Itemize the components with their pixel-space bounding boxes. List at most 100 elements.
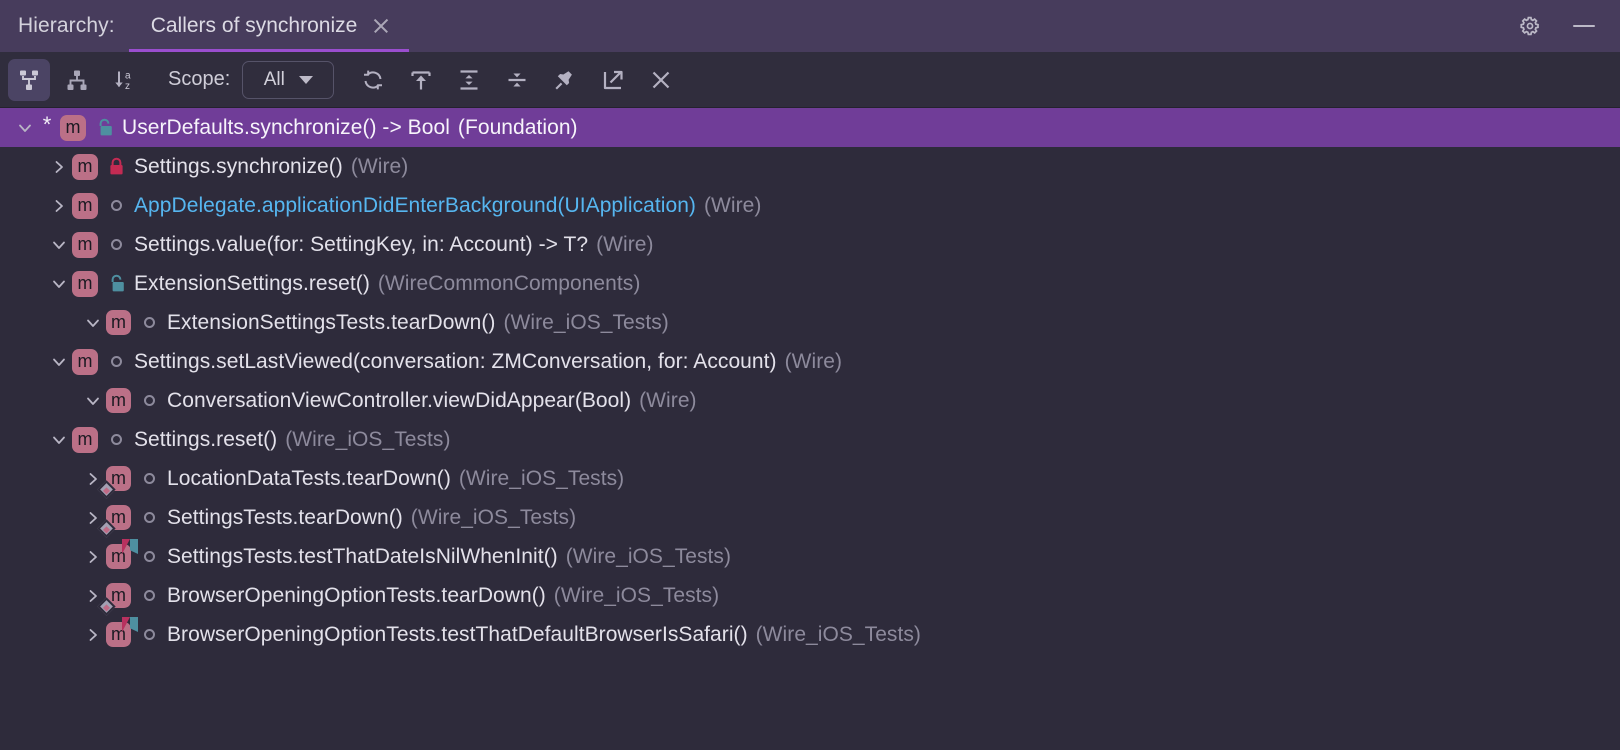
visibility-public-icon (138, 544, 160, 570)
pin-icon (555, 70, 573, 90)
tree-row[interactable]: m Settings.synchronize() (Wire) (0, 147, 1620, 186)
hierarchy-tool-window: Hierarchy: Callers of synchronize a z Sc… (0, 0, 1620, 750)
member-badge-icon: m (60, 114, 86, 141)
refresh-button[interactable] (352, 59, 394, 101)
collapse-all-button[interactable] (496, 59, 538, 101)
chevron-down-icon[interactable] (46, 271, 72, 297)
tree-row-signature: Settings.synchronize() (134, 154, 343, 178)
gear-icon[interactable] (1516, 12, 1544, 40)
member-badge-icon: m (106, 617, 138, 647)
member-badge-letter: m (77, 234, 93, 254)
visibility-public-icon (138, 388, 160, 414)
tree-row[interactable]: m ConversationViewController.viewDidAppea… (0, 381, 1620, 420)
chevron-down-icon[interactable] (46, 232, 72, 258)
root-marker-asterisk: * (42, 112, 52, 137)
tree-row[interactable]: m BrowserOpeningOptionTests.testThatDefau… (0, 615, 1620, 654)
tree-row-signature: Settings.value(for: SettingKey, in: Acco… (134, 232, 589, 256)
test-method-marker-icon (122, 539, 138, 554)
close-icon (652, 71, 670, 88)
callers-hierarchy-button[interactable] (8, 58, 50, 101)
chevron-right-icon[interactable] (46, 193, 72, 219)
chevron-right-icon[interactable] (80, 544, 106, 570)
member-badge-icon: m (106, 310, 131, 335)
expand-all-icon (460, 69, 478, 90)
tab-active-underline (128, 49, 410, 52)
member-badge-icon: m (106, 539, 138, 569)
tree-row-module: (Wire) (703, 193, 762, 217)
chevron-right-icon[interactable] (80, 622, 106, 648)
chevron-down-icon[interactable] (80, 310, 106, 336)
tree-row-signature: ExtensionSettings.reset() (134, 271, 370, 295)
chevron-right-icon[interactable] (46, 154, 72, 180)
tree-row-signature: SettingsTests.testThatDateIsNilWhenInit(… (167, 544, 558, 568)
tree-row[interactable]: m ExtensionSettings.reset() (WireCommonCom… (0, 264, 1620, 303)
member-badge-icon: m (72, 270, 98, 297)
chevron-down-icon[interactable] (46, 427, 72, 453)
tree-row[interactable]: m LocationDataTests.tearDown() (Wire_iOS_T… (0, 459, 1620, 499)
tab-callers-of-synchronize[interactable]: Callers of synchronize (128, 0, 410, 52)
tree-row[interactable]: m AppDelegate.applicationDidEnterBackgrou… (0, 186, 1620, 225)
visibility-internal-lock-icon (93, 115, 115, 141)
open-external-icon (604, 70, 623, 89)
sort-alphabetically-button[interactable]: a z (104, 59, 146, 101)
tree-row[interactable]: m Settings.reset() (Wire_iOS_Tests) (0, 420, 1620, 459)
tree-row-signature: Settings.setLastViewed(conversation: ZMC… (134, 349, 777, 373)
tree-row-module: (Wire_iOS_Tests) (458, 466, 625, 490)
open-in-window-button[interactable] (592, 59, 634, 101)
visibility-public-icon (138, 466, 160, 492)
chevron-down-icon[interactable] (12, 115, 38, 141)
svg-text:z: z (125, 81, 130, 92)
member-badge-icon: m (97, 583, 131, 616)
chevron-down-icon[interactable] (80, 388, 106, 414)
member-badge-letter: m (111, 312, 126, 332)
tree-row-module: (Foundation) (457, 115, 578, 139)
callers-tree-icon (20, 70, 38, 90)
tree-row[interactable]: m SettingsTests.testThatDateIsNilWhenInit… (0, 537, 1620, 576)
member-badge-icon: m (72, 426, 98, 453)
scope-value: All (263, 68, 285, 90)
visibility-public-icon (105, 349, 127, 375)
refresh-icon (364, 70, 383, 89)
tree-row-module: (Wire) (639, 388, 697, 412)
tree-row-module: (Wire_iOS_Tests) (553, 583, 720, 607)
call-hierarchy-tree[interactable]: * m UserDefaults.synchronize() -> Bool (Fou… (0, 108, 1620, 750)
member-badge-letter: m (111, 468, 126, 488)
member-badge-icon: m (97, 505, 131, 538)
scope-select[interactable]: All (242, 60, 335, 99)
visibility-public-icon (105, 427, 127, 453)
member-badge-letter: m (77, 429, 93, 449)
minimize-dash-icon[interactable] (1570, 12, 1598, 40)
tree-row-module: (Wire_iOS_Tests) (410, 505, 577, 529)
member-badge-icon: m (72, 192, 98, 219)
export-up-icon (411, 70, 431, 89)
tree-row[interactable]: m ExtensionSettingsTests.tearDown() (Wire_… (0, 303, 1620, 342)
hierarchy-toolbar: a z Scope: All (0, 52, 1620, 108)
header-actions (1516, 0, 1620, 52)
tree-row-module: (WireCommonComponents) (377, 271, 641, 295)
tool-window-header: Hierarchy: Callers of synchronize (0, 0, 1620, 52)
close-hierarchy-button[interactable] (640, 59, 682, 101)
member-badge-icon: m (72, 231, 98, 258)
tree-row[interactable]: m SettingsTests.tearDown() (Wire_iOS_Tests… (0, 498, 1620, 538)
header-spacer (409, 0, 1516, 52)
export-to-text-button[interactable] (400, 59, 442, 101)
tree-row[interactable]: m Settings.value(for: SettingKey, in: Acc… (0, 225, 1620, 264)
tree-row[interactable]: m Settings.setLastViewed(conversation: ZM… (0, 342, 1620, 381)
tree-row-module: (Wire) (350, 154, 409, 178)
tree-row-signature: UserDefaults.synchronize() -> Bool (122, 115, 450, 139)
visibility-internal-lock-icon (105, 271, 127, 297)
tree-row[interactable]: m BrowserOpeningOptionTests.tearDown() (Wi… (0, 576, 1620, 616)
expand-all-button[interactable] (448, 59, 490, 101)
tab-label: Callers of synchronize (150, 14, 358, 37)
close-icon[interactable] (371, 16, 391, 36)
tree-row-signature: Settings.reset() (134, 427, 278, 451)
collapse-all-icon (508, 73, 526, 86)
member-badge-letter: m (77, 195, 93, 215)
callees-hierarchy-button[interactable] (56, 59, 98, 101)
tree-row-module: (Wire) (596, 232, 654, 256)
member-badge-letter: m (111, 507, 126, 527)
pin-tab-button[interactable] (544, 59, 586, 101)
chevron-down-icon[interactable] (46, 349, 72, 375)
visibility-public-icon (138, 505, 160, 531)
tree-row[interactable]: * m UserDefaults.synchronize() -> Bool (Fou… (0, 108, 1620, 147)
